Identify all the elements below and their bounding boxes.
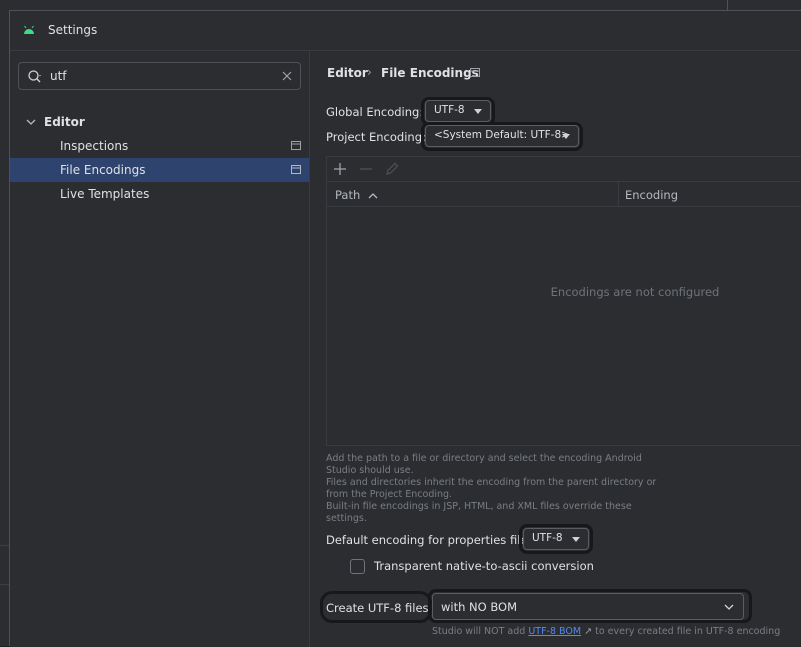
remove-icon[interactable] [358, 161, 374, 177]
column-header-path[interactable]: Path [335, 188, 378, 202]
dropdown-arrow-icon [572, 537, 580, 542]
settings-sidebar: utf Editor Inspections File Encodings Li… [10, 51, 310, 647]
properties-encoding-select[interactable]: UTF-8 [523, 528, 589, 550]
settings-dialog: Settings utf Editor Inspections File Enc… [9, 10, 801, 647]
settings-content: Editor › File Encodings Global Encoding:… [310, 51, 801, 647]
project-level-icon [291, 141, 301, 150]
column-divider [618, 182, 619, 207]
background-left-line [0, 545, 9, 546]
breadcrumb: Editor › File Encodings [310, 51, 801, 93]
sort-ascending-icon [368, 192, 378, 198]
properties-encoding-label: Default encoding for properties files: [326, 533, 538, 547]
title-bar[interactable]: Settings [10, 11, 801, 51]
transparent-conversion-label[interactable]: Transparent native-to-ascii conversion [374, 559, 594, 573]
project-encoding-label: Project Encoding: [326, 130, 426, 144]
tree-item-inspections[interactable]: Inspections [10, 134, 309, 158]
android-icon [24, 25, 34, 34]
background-left-line [0, 584, 9, 585]
tree-item-label: Editor [44, 115, 85, 129]
background-divider [727, 0, 728, 10]
breadcrumb-separator: › [367, 65, 372, 79]
breadcrumb-editor[interactable]: Editor [327, 66, 368, 80]
search-input[interactable]: utf [50, 69, 67, 83]
create-utf8-value: with NO BOM [441, 600, 518, 614]
tree-item-file-encodings[interactable]: File Encodings [10, 158, 309, 182]
add-icon[interactable] [332, 161, 348, 177]
dropdown-arrow-icon [562, 134, 570, 139]
global-encoding-value: UTF-8 [434, 104, 465, 116]
table-header: Path Encoding [327, 181, 801, 207]
chevron-down-icon [724, 604, 734, 610]
search-field[interactable]: utf [18, 62, 301, 90]
column-header-encoding[interactable]: Encoding [625, 188, 678, 202]
breadcrumb-file-encodings: File Encodings [381, 66, 479, 80]
global-encoding-label: Global Encoding: [326, 105, 424, 119]
project-level-icon [291, 165, 301, 174]
utf8-bom-link[interactable]: UTF-8 BOM [528, 626, 581, 637]
chevron-down-icon[interactable] [25, 116, 37, 128]
create-utf8-select[interactable]: with NO BOM [432, 593, 744, 620]
help-line: Built-in file encodings in JSP, HTML, an… [326, 501, 632, 524]
help-text: Add the path to a file or directory and … [326, 453, 671, 525]
tree-item-label: Inspections [60, 139, 129, 153]
help-line: Add the path to a file or directory and … [326, 453, 642, 476]
tree-item-label: File Encodings [60, 163, 146, 177]
file-encodings-panel: Global Encoding: UTF-8 Project Encoding:… [310, 93, 801, 647]
external-link-icon[interactable]: ↗ [584, 626, 592, 637]
transparent-conversion-checkbox[interactable] [350, 559, 365, 574]
project-encoding-value: <System Default: UTF-8> [434, 129, 570, 141]
search-icon [28, 70, 41, 83]
help-line: Files and directories inherit the encodi… [326, 477, 657, 500]
encodings-table: Path Encoding Encodings are not configur… [326, 156, 801, 446]
bom-note-suffix: to every created file in UTF-8 encoding [595, 626, 781, 637]
background-left-edge [0, 10, 9, 646]
dropdown-arrow-icon [474, 109, 482, 114]
empty-state-text: Encodings are not configured [550, 285, 720, 299]
tree-item-label: Live Templates [60, 187, 150, 201]
background-strip [0, 0, 801, 10]
bom-note: Studio will NOT add UTF-8 BOM ↗ to every… [432, 626, 780, 637]
global-encoding-select[interactable]: UTF-8 [425, 100, 491, 122]
tree-item-live-templates[interactable]: Live Templates [10, 182, 309, 206]
edit-icon[interactable] [384, 161, 400, 177]
bom-note-prefix: Studio will NOT add [432, 626, 526, 637]
column-header-path-label: Path [335, 188, 361, 202]
project-level-icon [470, 68, 480, 77]
project-encoding-select[interactable]: <System Default: UTF-8> [425, 125, 579, 147]
tree-item-editor[interactable]: Editor [10, 110, 309, 134]
properties-encoding-value: UTF-8 [532, 532, 563, 544]
window-title: Settings [48, 23, 98, 37]
create-utf8-label: Create UTF-8 files: [326, 601, 433, 615]
clear-icon[interactable] [281, 70, 293, 82]
table-toolbar [327, 157, 801, 181]
